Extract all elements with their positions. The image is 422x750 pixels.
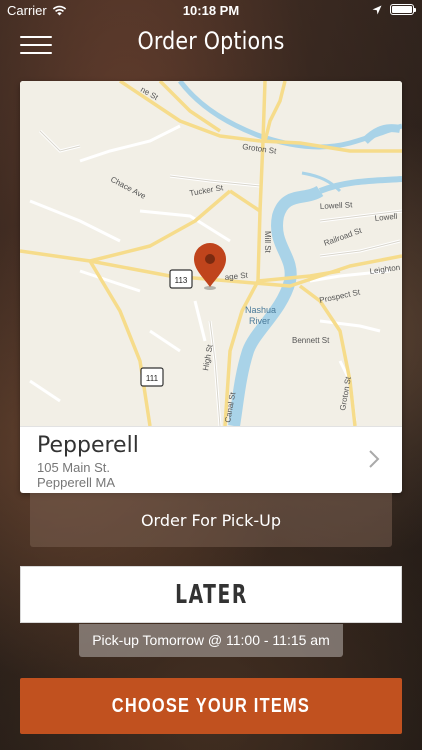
order-for-pickup-button[interactable]: Order For Pick-Up [30, 493, 392, 547]
location-info[interactable]: Pepperell 105 Main St. Pepperell MA [20, 426, 402, 493]
status-time: 10:18 PM [182, 3, 240, 18]
svg-text:Lowell St: Lowell St [320, 200, 354, 211]
route-113-shield: 113 [169, 269, 193, 289]
status-bar: Carrier 10:18 PM [0, 0, 422, 22]
later-label: LATER [174, 580, 248, 610]
svg-text:Nashua: Nashua [245, 305, 276, 315]
battery-icon [390, 4, 416, 15]
svg-text:113: 113 [175, 276, 188, 285]
later-button[interactable]: LATER [20, 566, 402, 623]
status-right [372, 4, 416, 15]
choose-your-items-button[interactable]: CHOOSE YOUR ITEMS [20, 678, 402, 734]
location-address-line1: 105 Main St. [37, 460, 110, 475]
choose-items-label: CHOOSE YOUR ITEMS [111, 695, 311, 717]
route-111-shield: 111 [140, 367, 164, 387]
svg-text:River: River [249, 316, 270, 326]
svg-text:Mill St: Mill St [263, 231, 272, 254]
chevron-right-icon[interactable] [368, 449, 380, 469]
svg-text:Bennett St: Bennett St [292, 336, 330, 345]
location-card[interactable]: ne St Groton St Chace Ave Tucker St Mill… [20, 81, 402, 493]
location-address-line2: Pepperell MA [37, 475, 116, 490]
location-arrow-icon [372, 5, 382, 14]
location-map[interactable]: ne St Groton St Chace Ave Tucker St Mill… [20, 81, 402, 426]
svg-text:111: 111 [146, 374, 159, 383]
pickup-time-label: Pick-up Tomorrow @ 11:00 - 11:15 am [79, 624, 343, 657]
page-title: Order Options [137, 27, 285, 55]
navigation-bar: Order Options [0, 22, 422, 66]
location-name: Pepperell [37, 433, 139, 458]
